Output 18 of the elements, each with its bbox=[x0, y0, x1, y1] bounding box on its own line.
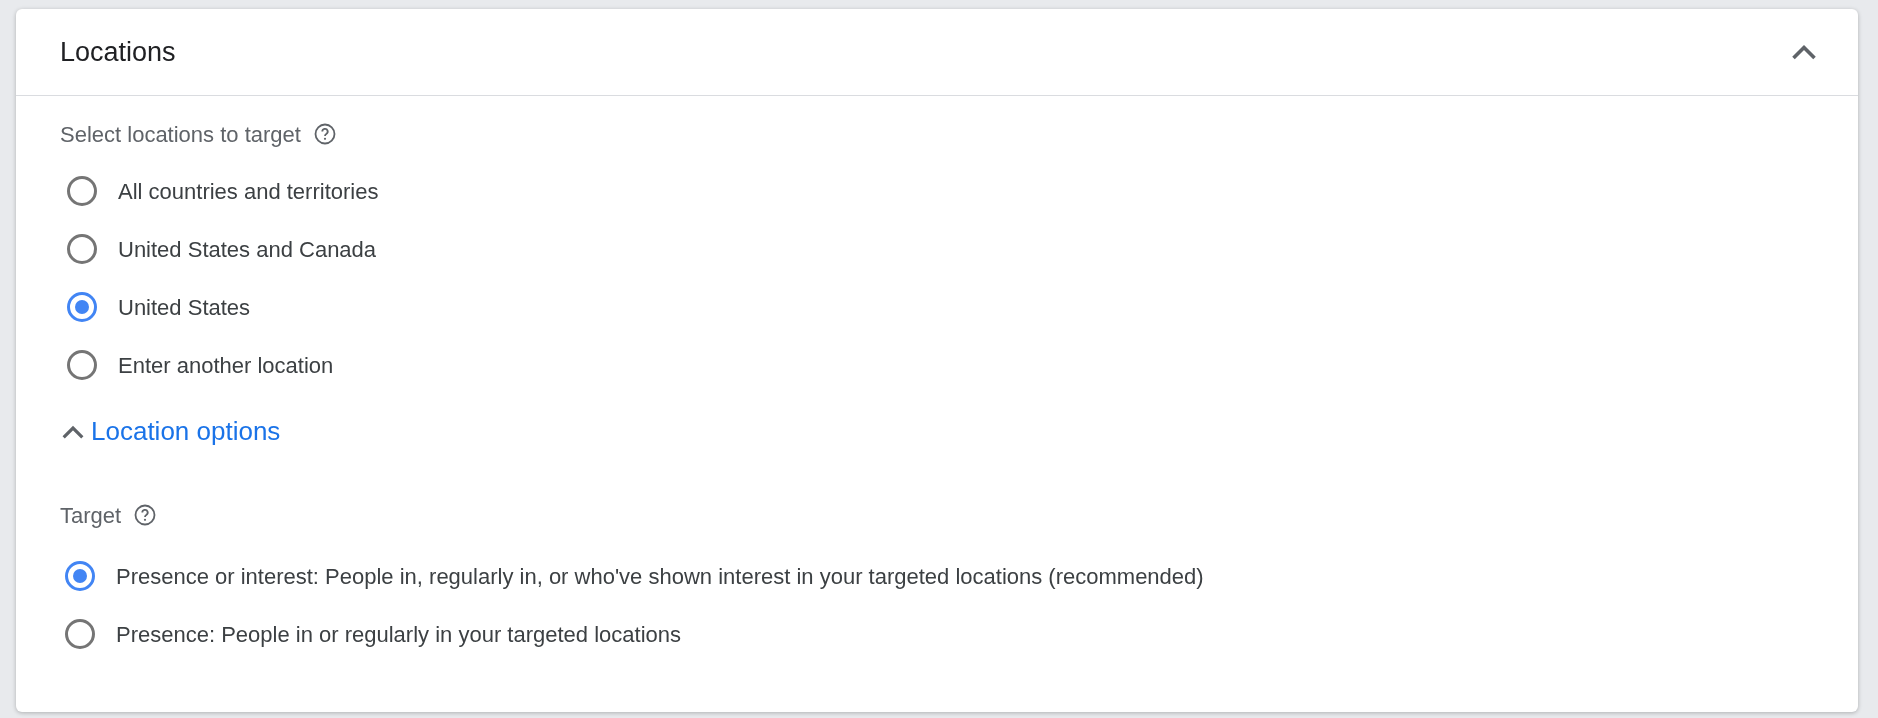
radio-button[interactable] bbox=[67, 176, 97, 206]
radio-label: All countries and territories bbox=[118, 177, 379, 206]
help-icon[interactable] bbox=[133, 503, 158, 527]
radio-button[interactable] bbox=[65, 561, 95, 591]
radio-label: United States and Canada bbox=[118, 235, 377, 264]
radio-button[interactable] bbox=[67, 292, 97, 322]
radio-label: Presence or interest: People in, regularly in, or who've shown interest in your targeted locations (recommended) bbox=[116, 562, 1204, 591]
radio-button[interactable] bbox=[65, 619, 95, 649]
section-label: Select locations to target bbox=[60, 120, 301, 149]
location-options-toggle[interactable]: Location options bbox=[57, 412, 281, 451]
radio-label: Presence: People in or regularly in your targeted locations bbox=[116, 620, 681, 649]
radio-button[interactable] bbox=[67, 234, 97, 264]
panel-title: Locations bbox=[60, 35, 176, 69]
help-icon[interactable] bbox=[312, 122, 337, 146]
radio-button[interactable] bbox=[67, 350, 97, 380]
radio-label: United States bbox=[118, 293, 251, 322]
radio-label: Enter another location bbox=[118, 351, 334, 380]
section-label: Target bbox=[60, 501, 122, 530]
